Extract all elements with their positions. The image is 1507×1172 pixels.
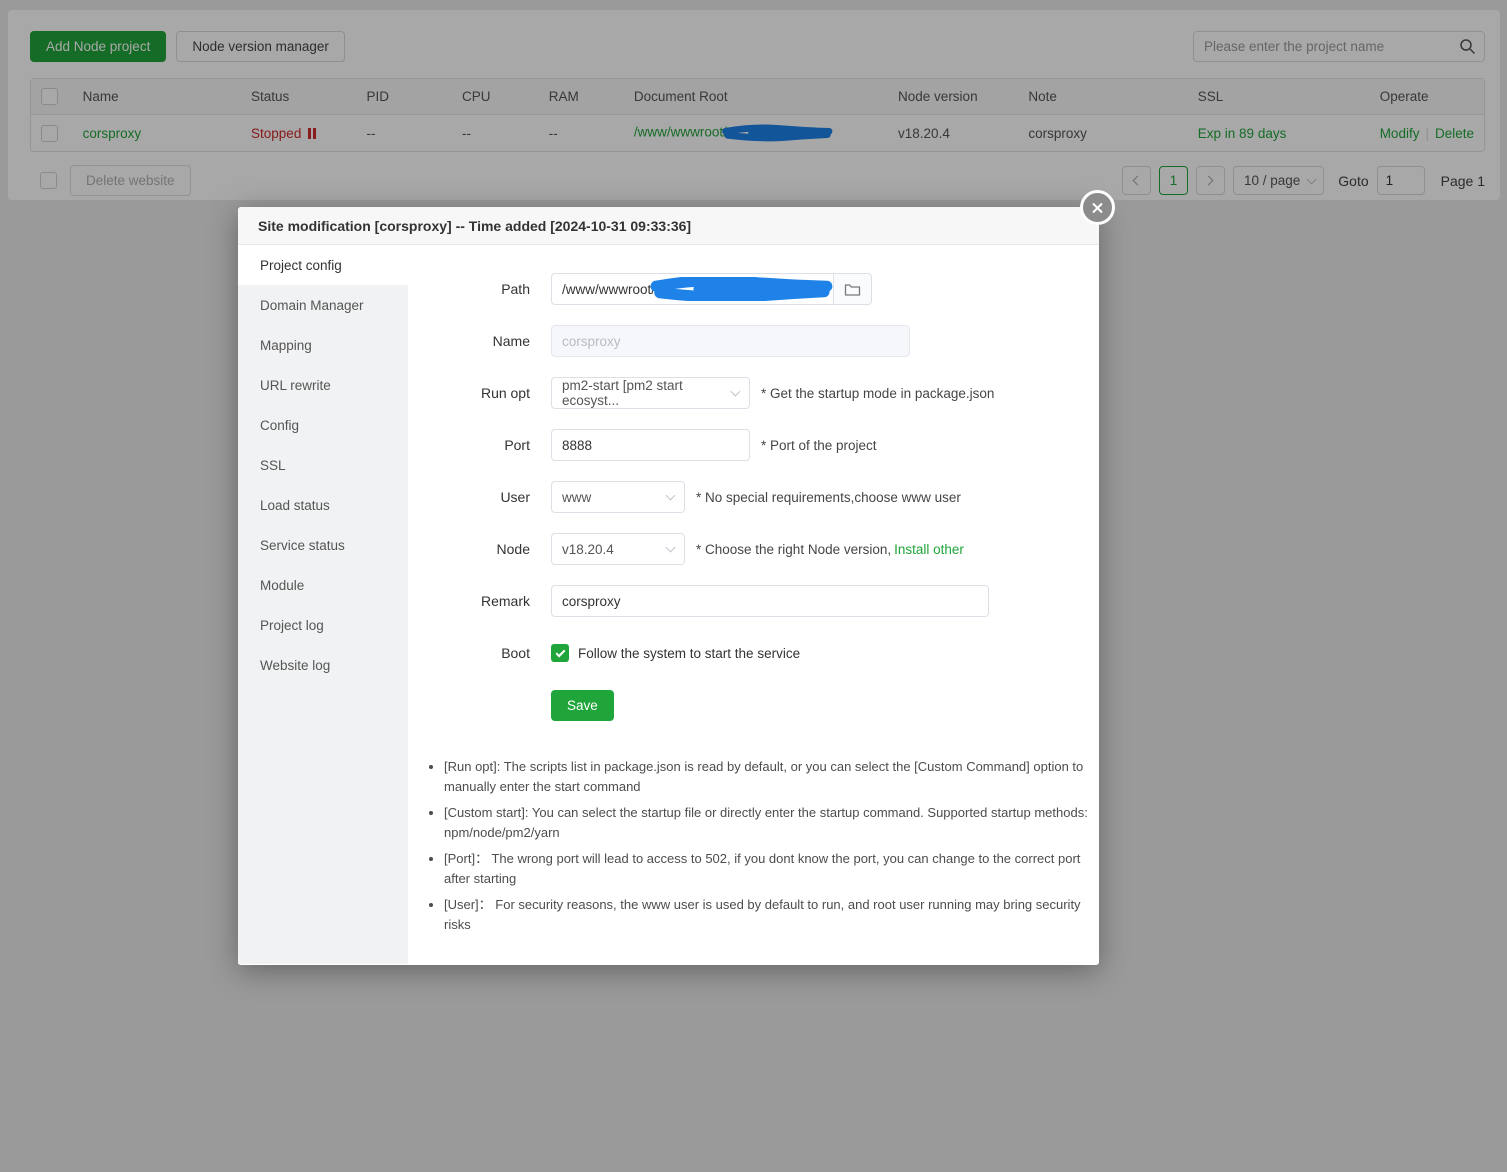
chevron-down-icon: [665, 490, 676, 501]
help-notes: [Run opt]: The scripts list in package.j…: [444, 757, 1096, 935]
path-input[interactable]: [551, 273, 834, 305]
tab-url-rewrite[interactable]: URL rewrite: [238, 365, 408, 405]
user-row: User www * No special requirements,choos…: [408, 471, 1099, 523]
tab-domain-manager[interactable]: Domain Manager: [238, 285, 408, 325]
user-value: www: [562, 489, 592, 505]
node-label: Node: [496, 541, 530, 557]
note-run-opt: [Run opt]: The scripts list in package.j…: [444, 757, 1096, 797]
tab-website-log[interactable]: Website log: [238, 645, 408, 685]
remark-label: Remark: [480, 593, 530, 609]
remark-input[interactable]: [551, 585, 989, 617]
modal-sidebar: Project config Domain Manager Mapping UR…: [238, 245, 408, 964]
path-row: Path: [408, 263, 1099, 315]
user-hint: * No special requirements,choose www use…: [696, 489, 961, 505]
tab-project-config[interactable]: Project config: [238, 245, 408, 285]
tab-project-log[interactable]: Project log: [238, 605, 408, 645]
port-row: Port * Port of the project: [408, 419, 1099, 471]
boot-checkbox[interactable]: [551, 644, 569, 662]
browse-path-button[interactable]: [834, 273, 872, 305]
check-icon: [555, 647, 565, 657]
note-user: [User]： For security reasons, the www us…: [444, 895, 1096, 935]
remark-row: Remark: [408, 575, 1099, 627]
save-row: Save: [408, 679, 1099, 731]
path-label: Path: [501, 281, 530, 297]
note-port: [Port]： The wrong port will lead to acce…: [444, 849, 1096, 889]
node-version-value: v18.20.4: [562, 541, 614, 557]
boot-row: Boot Follow the system to start the serv…: [408, 627, 1099, 679]
port-hint: * Port of the project: [761, 437, 877, 453]
tab-module[interactable]: Module: [238, 565, 408, 605]
note-custom-start: [Custom start]: You can select the start…: [444, 803, 1096, 843]
node-row: Node v18.20.4 * Choose the right Node ve…: [408, 523, 1099, 575]
node-hint-text: * Choose the right Node version,: [696, 541, 892, 557]
project-config-panel: Path Name: [408, 245, 1099, 964]
modal-header: Site modification [corsproxy] -- Time ad…: [238, 207, 1099, 245]
port-input[interactable]: [551, 429, 750, 461]
tab-service-status[interactable]: Service status: [238, 525, 408, 565]
node-version-select[interactable]: v18.20.4: [551, 533, 685, 565]
user-label: User: [500, 489, 530, 505]
tab-ssl[interactable]: SSL: [238, 445, 408, 485]
tab-load-status[interactable]: Load status: [238, 485, 408, 525]
save-button[interactable]: Save: [551, 689, 614, 721]
node-hint: * Choose the right Node version, Install …: [696, 542, 964, 557]
run-opt-row: Run opt pm2-start [pm2 start ecosyst... …: [408, 367, 1099, 419]
folder-icon: [844, 283, 861, 296]
run-opt-hint: * Get the startup mode in package.json: [761, 385, 995, 401]
boot-text: Follow the system to start the service: [578, 645, 801, 661]
name-row: Name: [408, 315, 1099, 367]
site-modification-modal: Site modification [corsproxy] -- Time ad…: [238, 190, 1115, 965]
name-label: Name: [492, 333, 530, 349]
modal-title: Site modification [corsproxy] -- Time ad…: [258, 217, 692, 234]
tab-config[interactable]: Config: [238, 405, 408, 445]
name-input: [551, 325, 910, 357]
boot-label: Boot: [501, 645, 530, 661]
run-opt-value: pm2-start [pm2 start ecosyst...: [562, 378, 683, 408]
chevron-down-icon: [665, 542, 676, 553]
run-opt-label: Run opt: [480, 385, 530, 401]
modal-close-button[interactable]: [1080, 190, 1115, 225]
port-label: Port: [504, 437, 530, 453]
install-other-link[interactable]: Install other: [894, 542, 964, 557]
run-opt-select[interactable]: pm2-start [pm2 start ecosyst...: [551, 377, 750, 409]
user-select[interactable]: www: [551, 481, 685, 513]
tab-mapping[interactable]: Mapping: [238, 325, 408, 365]
